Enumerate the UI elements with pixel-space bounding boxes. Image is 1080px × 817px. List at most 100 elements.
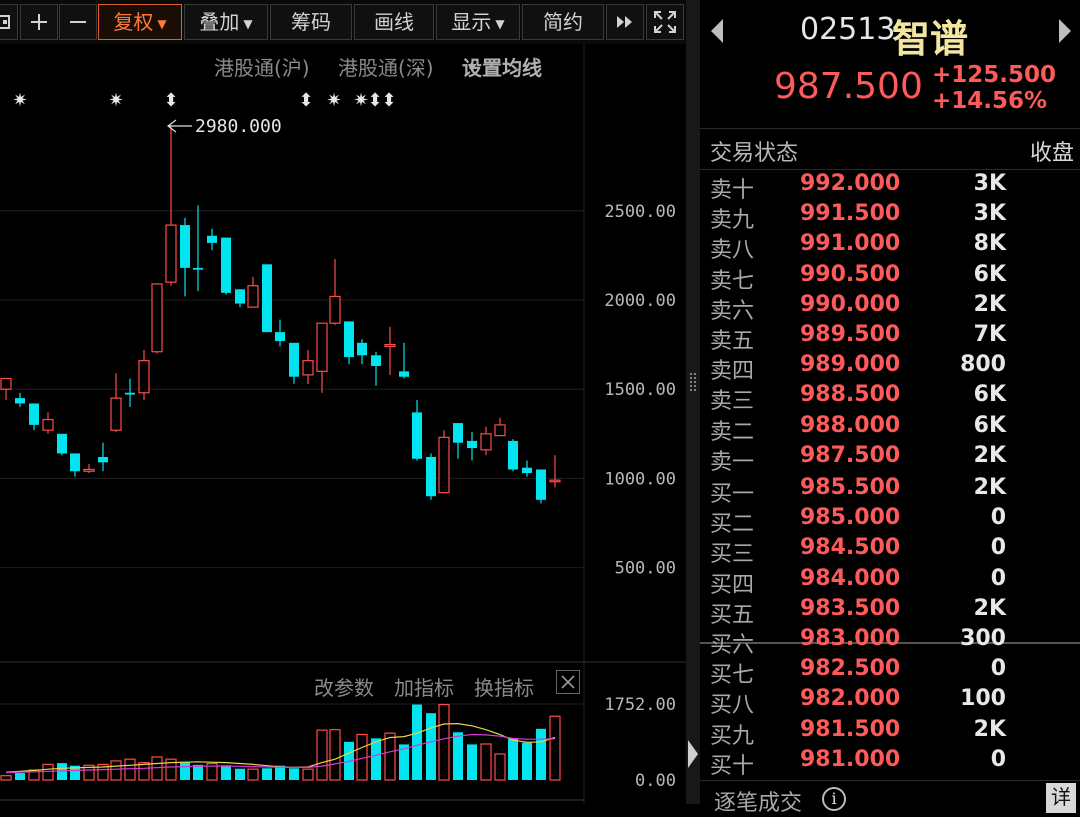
tick-trades-label: 逐笔成交: [714, 791, 803, 816]
candle-body: [138, 360, 150, 394]
level-price: 988.500: [800, 382, 901, 408]
display-dropdown[interactable]: 显示 ▼: [436, 4, 520, 40]
max-annotation-value: 2980.000: [195, 116, 282, 137]
collapse-panel-icon[interactable]: [688, 740, 698, 768]
level-price: 991.000: [800, 231, 901, 257]
candle-body: [536, 469, 546, 500]
volume-bar: [289, 768, 299, 780]
candle-body: [384, 344, 396, 347]
bid-level-row[interactable]: 买十 981.000 0: [700, 746, 1080, 779]
volume-bar: [329, 729, 341, 781]
level-price: 989.000: [800, 352, 901, 378]
bid-level-row[interactable]: 买四 984.000 0: [700, 565, 1080, 598]
ask-level-row[interactable]: 卖三 988.500 6K: [700, 381, 1080, 414]
volume-bar: [110, 760, 122, 781]
plus-icon: [31, 14, 47, 30]
candle-body: [151, 283, 163, 353]
bid-level-row[interactable]: 买八 982.000 100: [700, 685, 1080, 718]
max-annotation: 2980.000: [167, 116, 282, 137]
candle-body: [98, 456, 108, 463]
candle-body: [371, 355, 381, 367]
level-price: 991.500: [800, 201, 901, 227]
price-tick-label: 500.00: [615, 559, 676, 579]
panel-divider[interactable]: [686, 0, 700, 804]
bid-level-row[interactable]: 买五 983.500 2K: [700, 595, 1080, 628]
bid-level-row[interactable]: 买六 983.000 300: [700, 625, 1080, 658]
candle-body: [494, 424, 506, 437]
fullscreen-button[interactable]: [646, 4, 684, 40]
draw-line-button[interactable]: 画线: [354, 4, 434, 40]
candle-body: [412, 412, 422, 459]
level-volume: 6K: [973, 412, 1006, 438]
ask-level-row[interactable]: 卖十 992.000 3K: [700, 170, 1080, 203]
level-price: 984.500: [800, 535, 901, 561]
zoom-in-button[interactable]: [20, 4, 58, 40]
level-volume: 3K: [973, 201, 1006, 227]
level-label: 卖十: [710, 178, 755, 203]
bid-level-row[interactable]: 买二 985.000 0: [700, 504, 1080, 537]
level-label: 买十: [710, 753, 755, 779]
ask-level-row[interactable]: 卖二 988.000 6K: [700, 412, 1080, 445]
chart-grid: [0, 44, 686, 804]
candle-body: [316, 322, 328, 372]
window-back-button[interactable]: [0, 4, 18, 40]
level-label: 卖二: [710, 419, 755, 445]
info-icon[interactable]: i: [822, 787, 846, 811]
draw-line-label: 画线: [374, 10, 414, 34]
volume-bar: [235, 768, 245, 780]
ask-level-row[interactable]: 卖五 989.500 7K: [700, 321, 1080, 354]
volume-bar: [426, 713, 436, 780]
bid-level-row[interactable]: 买九 981.500 2K: [700, 716, 1080, 749]
simple-mode-button[interactable]: 简约: [522, 4, 604, 40]
bid-level-row[interactable]: 买七 982.500 0: [700, 655, 1080, 688]
level-label: 卖一: [710, 449, 755, 475]
level-volume: 0: [990, 656, 1006, 682]
next-stock-icon[interactable]: [1058, 18, 1072, 44]
prev-stock-icon[interactable]: [710, 18, 724, 44]
ask-level-row[interactable]: 卖六 990.000 2K: [700, 291, 1080, 324]
volume-tick-label: 1752.00: [604, 695, 676, 715]
ask-level-row[interactable]: 卖七 990.500 6K: [700, 261, 1080, 294]
adjust-rights-dropdown[interactable]: 复权 ▼: [98, 4, 182, 40]
price-change-percent: +14.56%: [932, 88, 1048, 114]
level-volume: 2K: [973, 291, 1006, 317]
bid-level-row[interactable]: 买一 985.500 2K: [700, 474, 1080, 507]
ask-level-row[interactable]: 卖一 987.500 2K: [700, 442, 1080, 475]
volume-bar: [138, 762, 150, 781]
level-volume: 0: [990, 535, 1006, 561]
level-price: 990.000: [800, 291, 901, 317]
level-volume: 3K: [973, 171, 1006, 196]
volume-bar: [508, 738, 518, 780]
overlay-dropdown[interactable]: 叠加 ▼: [184, 4, 268, 40]
level-price: 989.500: [800, 322, 901, 347]
tick-trades-row[interactable]: 逐笔成交 i 详: [700, 780, 1080, 816]
bid-level-row[interactable]: 买三 984.500 0: [700, 534, 1080, 567]
volume-bar: [180, 761, 190, 780]
candle-body: [57, 433, 67, 454]
detail-button[interactable]: 详: [1046, 783, 1076, 813]
level-volume: 0: [990, 565, 1006, 591]
drag-grip-icon[interactable]: [689, 372, 697, 392]
fast-forward-button[interactable]: [606, 4, 644, 40]
candle-body: [262, 264, 272, 333]
chip-distribution-button[interactable]: 筹码: [270, 4, 352, 40]
level-label: 卖八: [710, 238, 755, 264]
volume-bar: [453, 732, 463, 780]
level-label: 卖五: [710, 329, 755, 354]
zoom-out-button[interactable]: [59, 4, 97, 40]
chevron-down-icon: ▼: [495, 16, 505, 31]
level-volume: 2K: [973, 475, 1006, 500]
quote-panel: 02513 智谱 987.500 +125.500 +14.56% 交易状态 收…: [700, 0, 1080, 816]
ask-level-row[interactable]: 卖九 991.500 3K: [700, 200, 1080, 233]
candle-body: [549, 479, 561, 483]
event-marker-icon: ⬍: [367, 90, 382, 111]
ask-level-row[interactable]: 卖四 989.000 800: [700, 351, 1080, 384]
kline-chart[interactable]: 2500.00 2000.00 1500.00 1000.00 500.00 1752.0…: [0, 44, 686, 804]
level-volume: 300: [960, 626, 1006, 651]
candle-body: [207, 235, 217, 243]
volume-tick-label: 0.00: [635, 771, 676, 791]
window-back-icon: [0, 15, 10, 29]
volume-bar: [316, 729, 328, 781]
ask-level-row[interactable]: 卖八 991.000 8K: [700, 230, 1080, 263]
candle-body: [29, 403, 39, 425]
